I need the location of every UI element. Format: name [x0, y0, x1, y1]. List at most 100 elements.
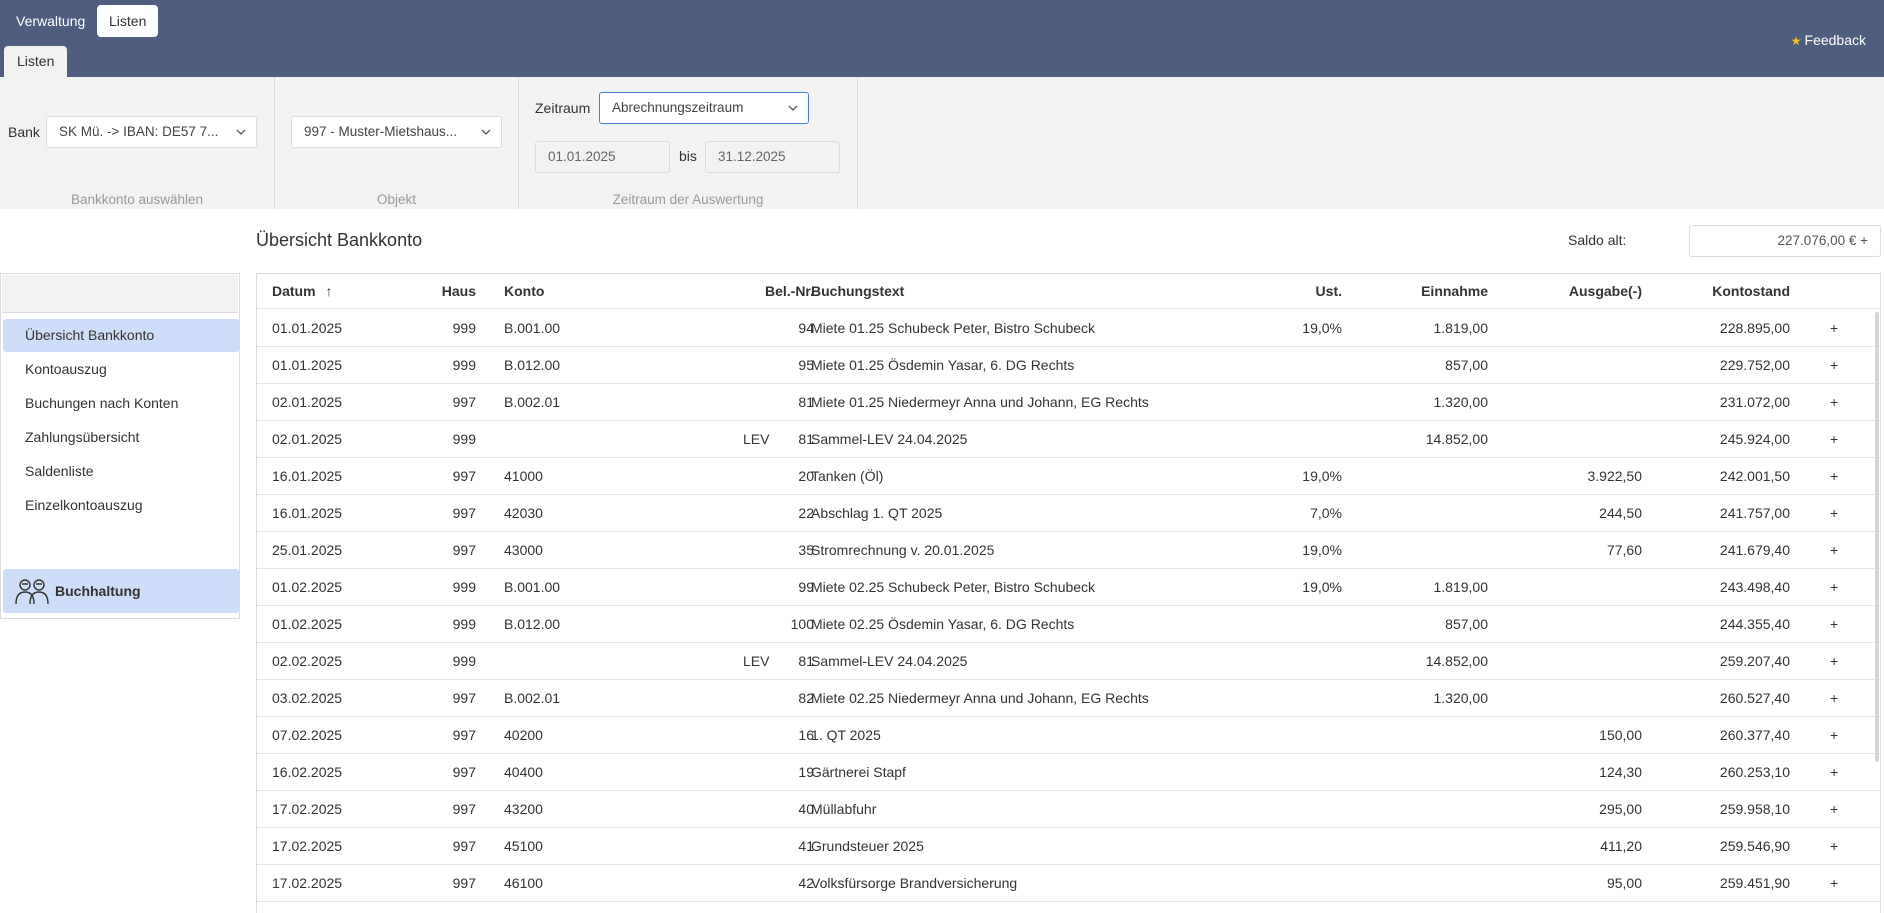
row-expand-button[interactable]: +	[1830, 569, 1838, 605]
row-expand-button[interactable]: +	[1830, 828, 1838, 864]
cell-beleg: 42	[798, 875, 814, 891]
cell-haus: 997	[452, 727, 476, 743]
cell-konto: B.001.00	[504, 320, 561, 336]
saldo-alt-value: 227.076,00 € +	[1689, 225, 1881, 257]
table-row[interactable]: 02.02.2025 999 81 LEV Sammel-LEV 24.04.2025 1…	[257, 643, 1880, 680]
cell-einnahme	[1347, 865, 1488, 901]
menu-tab-verwaltung[interactable]: Verwaltung	[4, 5, 97, 37]
row-expand-button[interactable]: +	[1830, 384, 1838, 420]
cell-einnahme	[1347, 495, 1488, 531]
row-expand-button[interactable]: +	[1830, 458, 1838, 494]
row-expand-button[interactable]: +	[1830, 791, 1838, 827]
cell-ust: 19,0%	[1302, 320, 1342, 336]
date-to-input[interactable]: 31.12.2025	[705, 141, 840, 173]
col-header-konto[interactable]: Konto	[504, 274, 544, 308]
row-expand-button[interactable]: +	[1830, 606, 1838, 642]
table-row[interactable]: 02.01.2025 997 B.002.01 81 Miete 01.25 Niede…	[257, 384, 1880, 421]
row-expand-button[interactable]: +	[1830, 347, 1838, 383]
col-header-ust[interactable]: Ust.	[1257, 274, 1342, 308]
table-row[interactable]: 16.01.2025 997 41000 20 Tanken (Öl) 19,0% 3.92…	[257, 458, 1880, 495]
chevron-down-icon	[236, 129, 246, 135]
cell-einnahme	[1347, 754, 1488, 790]
cell-beleg: 99	[798, 579, 814, 595]
cell-datum: 02.01.2025	[272, 431, 343, 447]
table-row[interactable]: 17.02.2025 997 43200 40 Müllabfuhr 295,00 259.…	[257, 791, 1880, 828]
sidebar-item-zahlungsuebersicht[interactable]: Zahlungsübersicht	[3, 421, 239, 454]
table-row[interactable]: 17.02.2025 997 46100 42 Volksfürsorge Brandv…	[257, 865, 1880, 902]
row-expand-button[interactable]: +	[1830, 532, 1838, 568]
table-row[interactable]: 07.02.2025 997 40200 16 1. QT 2025 150,00 260.…	[257, 717, 1880, 754]
cell-einnahme: 1.819,00	[1433, 579, 1489, 595]
row-expand-button[interactable]: +	[1830, 310, 1838, 346]
cell-beleg: 94	[798, 320, 814, 336]
table-row[interactable]: 03.02.2025 997 B.002.01 82 Miete 02.25 Niede…	[257, 680, 1880, 717]
cell-datum: 17.02.2025	[272, 875, 343, 891]
col-header-datum[interactable]: Datum ↑	[272, 274, 332, 308]
col-header-haus[interactable]: Haus	[377, 274, 476, 308]
cell-kontostand: 259.958,10	[1719, 801, 1790, 817]
date-from-input[interactable]: 01.01.2025	[535, 141, 670, 173]
feedback-label: Feedback	[1804, 32, 1866, 48]
cell-datum: 01.02.2025	[272, 616, 343, 632]
filter-section-objekt: 997 - Muster-Mietshaus... Objekt	[275, 77, 519, 209]
table-row[interactable]: 02.01.2025 999 81 LEV Sammel-LEV 24.04.2025 1…	[257, 421, 1880, 458]
table-row[interactable]: 16.01.2025 997 42030 22 Abschlag 1. QT 2025 7…	[257, 495, 1880, 532]
table-row[interactable]: 17.02.2025 997 45100 41 Grundsteuer 2025 411,…	[257, 828, 1880, 865]
row-expand-button[interactable]: +	[1830, 717, 1838, 753]
top-header: Verwaltung Listen Listen ★ Feedback	[0, 0, 1884, 77]
cell-text: Tanken (Öl)	[811, 468, 884, 484]
module-label: Buchhaltung	[55, 583, 141, 599]
feedback-link[interactable]: ★ Feedback	[1791, 32, 1866, 48]
col-header-ausgabe[interactable]: Ausgabe(-)	[1497, 274, 1642, 308]
cell-haus: 997	[452, 505, 476, 521]
cell-kontostand: 228.895,00	[1719, 320, 1790, 336]
cell-kontostand: 244.355,40	[1719, 616, 1790, 632]
menu-tab-listen[interactable]: Listen	[97, 5, 159, 37]
row-expand-button[interactable]: +	[1830, 754, 1838, 790]
cell-typ: LEV	[743, 431, 770, 447]
col-header-beleg[interactable]: Bel.-Nr.	[657, 274, 814, 308]
col-header-kontostand[interactable]: Kontostand	[1647, 274, 1790, 308]
cell-haus: 999	[452, 320, 476, 336]
objekt-select[interactable]: 997 - Muster-Mietshaus...	[291, 116, 502, 148]
cell-einnahme: 857,00	[1445, 616, 1488, 632]
cell-datum: 17.02.2025	[272, 838, 343, 854]
cell-haus: 997	[452, 690, 476, 706]
table-scrollbar[interactable]	[1875, 312, 1879, 762]
cell-konto: 40400	[504, 764, 543, 780]
cell-ausgabe: 295,00	[1599, 801, 1642, 817]
row-expand-button[interactable]: +	[1830, 643, 1838, 679]
table-row[interactable]: 16.02.2025 997 40400 19 Gärtnerei Stapf 124,3…	[257, 754, 1880, 791]
zeitraum-select[interactable]: Abrechnungszeitraum	[599, 92, 809, 124]
bank-select[interactable]: SK Mü. -> IBAN: DE57 7...	[46, 116, 257, 148]
row-expand-button[interactable]: +	[1830, 421, 1838, 457]
sub-tab-listen[interactable]: Listen	[4, 46, 68, 77]
cell-beleg: 82	[798, 690, 814, 706]
sidebar-item-saldenliste[interactable]: Saldenliste	[3, 455, 239, 488]
chevron-down-icon	[788, 105, 798, 111]
row-expand-button[interactable]: +	[1830, 495, 1838, 531]
row-expand-button[interactable]: +	[1830, 680, 1838, 716]
cell-kontostand: 260.377,40	[1719, 727, 1790, 743]
cell-haus: 999	[452, 357, 476, 373]
table-row[interactable]: 01.01.2025 999 B.012.00 95 Miete 01.25 Ösdem…	[257, 347, 1880, 384]
module-buchhaltung[interactable]: Buchhaltung	[3, 569, 239, 613]
sidebar-item-buchungen-nach-konten[interactable]: Buchungen nach Konten	[3, 387, 239, 420]
table-header-row: Datum ↑ Haus Konto Bel.-Nr. Buchungstext…	[257, 274, 1880, 309]
cell-beleg: 81	[798, 431, 814, 447]
cell-datum: 16.01.2025	[272, 468, 343, 484]
cell-ust	[1257, 643, 1342, 679]
cell-kontostand: 243.498,40	[1719, 579, 1790, 595]
sidebar-item-kontoauszug[interactable]: Kontoauszug	[3, 353, 239, 386]
sidebar-item-uebersicht-bankkonto[interactable]: Übersicht Bankkonto	[3, 319, 239, 352]
table-row[interactable]: 25.01.2025 997 43000 35 Stromrechnung v. 20.…	[257, 532, 1880, 569]
row-expand-button[interactable]: +	[1830, 865, 1838, 901]
table-row[interactable]: 01.02.2025 999 B.012.00 100 Miete 02.25 Ösde…	[257, 606, 1880, 643]
table-row[interactable]: 01.01.2025 999 B.001.00 94 Miete 01.25 Schub…	[257, 310, 1880, 347]
cell-konto: 42030	[504, 505, 543, 521]
bis-label: bis	[679, 148, 697, 164]
sidebar-item-einzelkontoauszug[interactable]: Einzelkontoauszug	[3, 489, 239, 522]
table-row[interactable]: 01.02.2025 999 B.001.00 99 Miete 02.25 Schub…	[257, 569, 1880, 606]
col-header-buchungstext[interactable]: Buchungstext	[811, 274, 904, 308]
col-header-einnahme[interactable]: Einnahme	[1347, 274, 1488, 308]
